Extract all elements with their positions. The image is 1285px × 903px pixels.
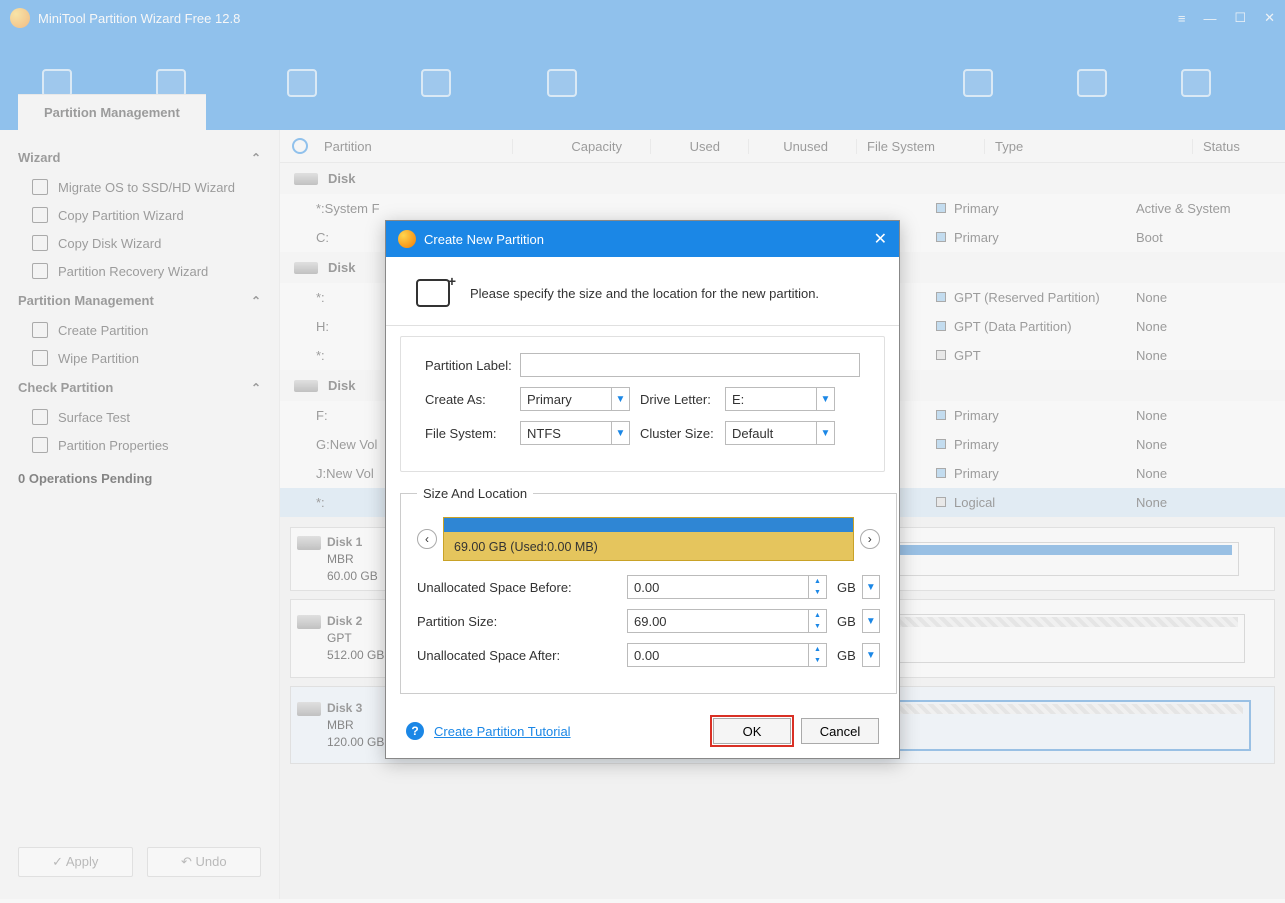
dialog-close-button[interactable]: ✕ [874, 229, 887, 249]
size-spinbox[interactable]: 0.00▲▼ [627, 575, 827, 599]
label-cluster-size: Cluster Size: [640, 426, 725, 441]
size-location-legend: Size And Location [417, 486, 533, 501]
size-next-button[interactable]: › [860, 529, 880, 549]
dialog-title: Create New Partition [424, 232, 544, 247]
dialog-icon [398, 230, 416, 248]
size-row: Partition Size:69.00▲▼GB▼ [417, 609, 880, 633]
tutorial-link[interactable]: Create Partition Tutorial [434, 724, 571, 739]
help-icon[interactable]: ? [406, 722, 424, 740]
create-partition-dialog: Create New Partition ✕ Please specify th… [385, 220, 900, 759]
size-spinbox[interactable]: 0.00▲▼ [627, 643, 827, 667]
size-row: Unallocated Space After:0.00▲▼GB▼ [417, 643, 880, 667]
partition-label-input[interactable] [520, 353, 860, 377]
unit-select[interactable]: ▼ [862, 643, 880, 667]
label-create-as: Create As: [425, 392, 520, 407]
label-drive-letter: Drive Letter: [640, 392, 725, 407]
unit-select[interactable]: ▼ [862, 575, 880, 599]
size-visual-block[interactable]: 69.00 GB (Used:0.00 MB) [443, 517, 854, 561]
file-system-select[interactable]: NTFS▼ [520, 421, 630, 445]
ok-button[interactable]: OK [713, 718, 791, 744]
size-location-fieldset: Size And Location ‹ 69.00 GB (Used:0.00 … [400, 486, 897, 694]
drive-letter-select[interactable]: E:▼ [725, 387, 835, 411]
disk-icon [416, 279, 450, 307]
dialog-description: Please specify the size and the location… [470, 286, 819, 301]
cancel-button[interactable]: Cancel [801, 718, 879, 744]
size-spinbox[interactable]: 69.00▲▼ [627, 609, 827, 633]
create-as-select[interactable]: Primary▼ [520, 387, 630, 411]
dialog-title-bar: Create New Partition ✕ [386, 221, 899, 257]
unit-select[interactable]: ▼ [862, 609, 880, 633]
size-prev-button[interactable]: ‹ [417, 529, 437, 549]
size-row: Unallocated Space Before:0.00▲▼GB▼ [417, 575, 880, 599]
label-partition-label: Partition Label: [425, 358, 520, 373]
label-file-system: File System: [425, 426, 520, 441]
cluster-size-select[interactable]: Default▼ [725, 421, 835, 445]
